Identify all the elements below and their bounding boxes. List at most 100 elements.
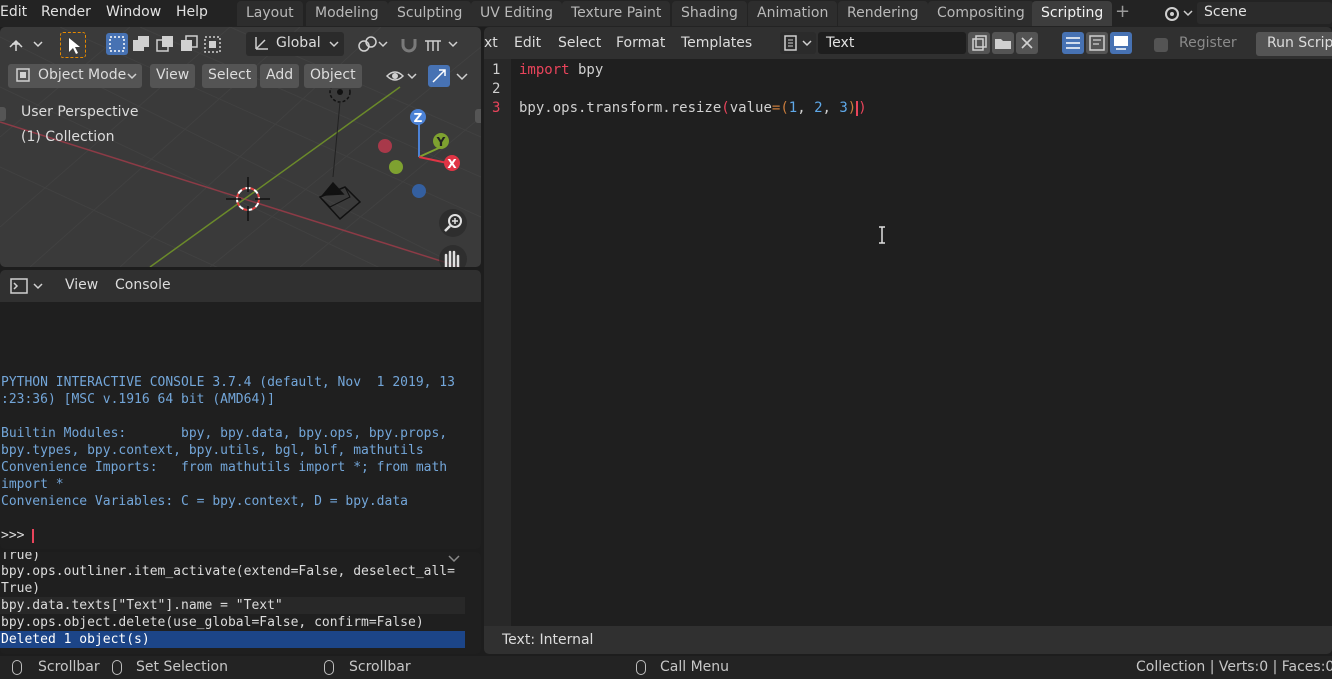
menu-render[interactable]: Render — [41, 2, 91, 22]
tab-layout[interactable]: Layout — [237, 1, 303, 26]
tab-sculpting[interactable]: Sculpting — [388, 1, 472, 26]
register-label: Register — [1179, 35, 1237, 51]
unlink-text-button[interactable] — [1016, 32, 1038, 54]
viewport-menu-add[interactable]: Add — [260, 64, 300, 88]
viewport-menu-view[interactable]: View — [150, 64, 196, 88]
select-mode-new-button[interactable] — [106, 33, 128, 55]
console-prompt[interactable]: >>> — [1, 527, 35, 544]
log-line[interactable]: True) — [0, 580, 465, 597]
texteditor-menu-format[interactable]: Format — [616, 33, 665, 53]
add-workspace-button[interactable]: + — [1115, 2, 1130, 22]
scene-name-field[interactable]: Scene — [1197, 2, 1332, 24]
code-line-1[interactable]: import bpy — [519, 61, 603, 79]
code-paren-close: ) — [858, 100, 867, 116]
viewport-menu-object[interactable]: Object — [304, 64, 362, 88]
select-intersect-icon — [204, 36, 221, 53]
log-line[interactable]: bpy.data.texts["Text"].name = "Text" — [0, 597, 465, 614]
text-name-value: Text — [826, 35, 855, 51]
line-numbers-toggle[interactable] — [1062, 32, 1084, 54]
sidebar-expand-handle[interactable] — [475, 109, 481, 123]
texteditor-menu-text[interactable]: xt — [484, 33, 498, 53]
register-checkbox[interactable] — [1154, 38, 1168, 52]
console-line: Convenience Variables: C = bpy.context, … — [1, 494, 408, 509]
tab-scripting[interactable]: Scripting — [1032, 1, 1113, 26]
log-line[interactable]: bpy.ops.outliner.item_activate(extend=Fa… — [0, 563, 465, 580]
3d-viewport[interactable]: Z Y X Global Object Mode View Select Add… — [0, 27, 481, 267]
tab-uv-editing[interactable]: UV Editing — [471, 1, 563, 26]
tab-compositing[interactable]: Compositing — [928, 1, 1034, 26]
log-line-selected[interactable]: Deleted 1 object(s) — [0, 631, 465, 648]
status-hint: Scrollbar — [38, 659, 100, 675]
texteditor-menu-templates[interactable]: Templates — [681, 33, 752, 53]
select-invert-icon — [181, 35, 198, 51]
syntax-highlight-toggle[interactable] — [1110, 32, 1132, 54]
viewport-menu-select[interactable]: Select — [202, 64, 258, 88]
open-text-button[interactable] — [992, 32, 1014, 54]
viewport-collection-label: (1) Collection — [21, 129, 115, 145]
status-hint: Set Selection — [136, 659, 228, 675]
tab-rendering[interactable]: Rendering — [838, 1, 928, 26]
tab-modeling[interactable]: Modeling — [306, 1, 388, 26]
pivot-point-button[interactable] — [355, 33, 391, 55]
pan-button[interactable] — [439, 245, 467, 267]
tab-texture-paint[interactable]: Texture Paint — [562, 1, 671, 26]
line-numbers-icon — [1066, 37, 1080, 49]
console-prompt-text: >>> — [1, 528, 33, 543]
info-log[interactable]: True) bpy.ops.outliner.item_activate(ext… — [0, 552, 481, 654]
eye-icon — [385, 71, 417, 81]
toolbar-expand-handle[interactable] — [0, 107, 6, 121]
folder-icon — [995, 39, 1011, 49]
code-paren-open: ( — [721, 100, 730, 116]
magnet-icon — [401, 39, 417, 53]
select-tool-button[interactable] — [60, 32, 86, 58]
gizmo-options-dropdown[interactable] — [452, 65, 472, 87]
code-identifier: bpy — [569, 62, 604, 78]
scroll-up-icon[interactable] — [447, 552, 461, 563]
status-hint: Call Menu — [660, 659, 730, 675]
new-text-button[interactable] — [968, 32, 990, 54]
snap-toggle-button[interactable] — [398, 33, 420, 55]
console-line: :23:36) [MSC v.1916 64 bit (AMD64)] — [1, 392, 275, 407]
scene-selector[interactable] — [1160, 2, 1194, 24]
console-editor-type-button[interactable] — [8, 275, 46, 297]
editor-type-button[interactable] — [6, 33, 44, 55]
code-call: bpy.ops.transform.resize — [519, 100, 722, 116]
select-mode-subtract-button[interactable] — [154, 33, 176, 55]
select-mode-invert-button[interactable] — [178, 33, 200, 55]
console-menu-console[interactable]: Console — [115, 275, 171, 295]
text-editor-footer: Text: Internal — [484, 626, 1332, 654]
word-wrap-toggle[interactable] — [1086, 32, 1108, 54]
select-mode-extend-button[interactable] — [130, 33, 152, 55]
menu-window[interactable]: Window — [106, 2, 161, 22]
text-name-field[interactable]: Text — [818, 32, 966, 54]
tab-shading[interactable]: Shading — [672, 1, 747, 26]
code-tuple-open: ( — [780, 100, 789, 116]
code-line-3[interactable]: bpy.ops.transform.resize(value=(1, 2, 3)… — [519, 99, 867, 117]
snap-settings-button[interactable] — [422, 33, 462, 55]
console-line: Convenience Imports: from mathutils impo… — [1, 460, 448, 475]
code-tuple-close: ) — [847, 100, 857, 116]
visibility-dropdown[interactable] — [384, 65, 420, 87]
select-mode-intersect-button[interactable] — [202, 33, 224, 55]
line-number-gutter — [484, 59, 511, 626]
gizmo-toggle-button[interactable] — [428, 65, 450, 87]
transform-orientation-dropdown[interactable]: Global — [246, 32, 344, 56]
console-line: import * — [1, 477, 64, 492]
tab-animation[interactable]: Animation — [748, 1, 838, 26]
menu-edit[interactable]: Edit — [0, 2, 27, 22]
object-mode-dropdown[interactable]: Object Mode — [8, 64, 142, 88]
texteditor-menu-select[interactable]: Select — [558, 33, 601, 53]
zoom-button[interactable] — [439, 209, 467, 237]
scene-name: Scene — [1204, 4, 1247, 20]
texteditor-menu-edit[interactable]: Edit — [514, 33, 541, 53]
text-editor[interactable]: xt Edit Select Format Templates Text Reg… — [484, 27, 1332, 654]
mouse-left-icon — [12, 660, 22, 675]
log-line[interactable]: bpy.ops.object.delete(use_global=False, … — [0, 614, 465, 631]
text-browse-dropdown[interactable] — [780, 32, 816, 54]
menu-help[interactable]: Help — [176, 2, 208, 22]
console-menu-view[interactable]: View — [65, 275, 98, 295]
run-script-button[interactable]: Run Script — [1256, 32, 1332, 56]
python-console[interactable]: View Console PYTHON INTERACTIVE CONSOLE … — [0, 270, 481, 549]
3d-cursor[interactable] — [226, 177, 270, 221]
viewport-perspective-label: User Perspective — [21, 104, 139, 120]
